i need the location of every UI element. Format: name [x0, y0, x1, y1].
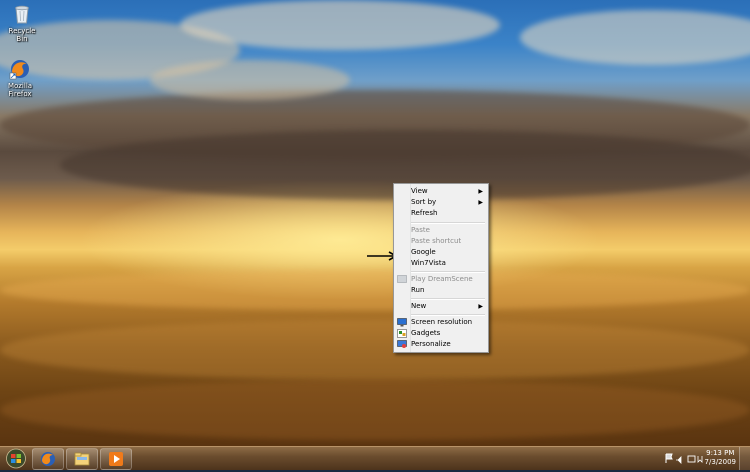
menu-item-run[interactable]: Run — [411, 285, 486, 296]
dreamscene-icon — [397, 275, 407, 284]
menu-item-gadgets[interactable]: Gadgets — [411, 328, 486, 339]
explorer-icon — [74, 452, 90, 466]
clock-time: 9:13 PM — [706, 449, 735, 457]
show-desktop-button[interactable] — [739, 447, 750, 470]
notification-area: 9:13 PM 7/3/2009 — [660, 447, 750, 470]
desktop-context-menu: View ▶ Sort by ▶ Refresh Paste Paste sho… — [393, 183, 489, 353]
menu-item-play-dreamscene[interactable]: Play DreamScene — [411, 274, 486, 285]
menu-item-label: Paste shortcut — [411, 237, 462, 245]
menu-item-label: Gadgets — [411, 329, 441, 337]
menu-separator — [411, 298, 485, 300]
menu-item-refresh[interactable]: Refresh — [411, 208, 486, 219]
submenu-arrow-icon: ▶ — [478, 303, 483, 310]
cloud — [520, 10, 750, 65]
menu-item-win7vista[interactable]: Win7Vista — [411, 258, 486, 269]
submenu-arrow-icon: ▶ — [478, 188, 483, 195]
personalize-icon — [397, 340, 407, 349]
menu-item-label: Refresh — [411, 209, 438, 217]
desktop-background[interactable]: Recycle Bin Mozilla Firefox View ▶ Sort … — [0, 0, 750, 446]
clock-date: 7/3/2009 — [704, 458, 736, 466]
menu-item-label: Play DreamScene — [411, 275, 473, 283]
menu-separator — [411, 222, 485, 224]
menu-item-paste-shortcut[interactable]: Paste shortcut — [411, 236, 486, 247]
recycle-bin-shortcut[interactable]: Recycle Bin — [2, 3, 42, 43]
media-player-icon — [109, 452, 123, 466]
cloud — [0, 320, 750, 380]
recycle-bin-label: Recycle Bin — [8, 27, 36, 43]
cloud — [180, 0, 500, 50]
display-icon — [397, 318, 407, 327]
menu-item-paste[interactable]: Paste — [411, 225, 486, 236]
menu-item-label: Personalize — [411, 340, 451, 348]
cloud — [0, 270, 750, 310]
menu-separator — [411, 314, 485, 316]
menu-item-label: Win7Vista — [411, 259, 446, 267]
taskbar: 9:13 PM 7/3/2009 — [0, 446, 750, 470]
firefox-label: Mozilla Firefox — [7, 82, 33, 98]
taskbar-media-player-button[interactable] — [100, 448, 132, 470]
cloud — [0, 380, 750, 440]
menu-item-label: Google — [411, 248, 436, 256]
taskbar-explorer-button[interactable] — [66, 448, 98, 470]
menu-item-label: Screen resolution — [411, 318, 473, 326]
firefox-icon — [41, 452, 55, 466]
menu-item-label: View — [411, 187, 428, 195]
firefox-icon — [9, 58, 31, 80]
menu-item-new[interactable]: New ▶ — [411, 301, 486, 312]
menu-item-label: New — [411, 302, 427, 310]
start-button[interactable] — [3, 448, 29, 469]
submenu-arrow-icon: ▶ — [478, 199, 483, 206]
menu-item-label: Sort by — [411, 198, 437, 206]
menu-separator — [411, 271, 485, 273]
menu-item-personalize[interactable]: Personalize — [411, 339, 486, 350]
clock[interactable]: 9:13 PM 7/3/2009 — [705, 449, 736, 467]
menu-item-sort-by[interactable]: Sort by ▶ — [411, 197, 486, 208]
menu-item-label: Run — [411, 286, 425, 294]
windows-orb-icon — [6, 448, 26, 469]
recycle-bin-icon — [11, 3, 33, 25]
firefox-shortcut[interactable]: Mozilla Firefox — [0, 58, 40, 98]
taskbar-firefox-button[interactable] — [32, 448, 64, 470]
tray-icons[interactable] — [664, 453, 704, 464]
cloud — [150, 60, 350, 100]
menu-item-view[interactable]: View ▶ — [411, 186, 486, 197]
menu-item-label: Paste — [411, 226, 430, 234]
menu-item-screen-resolution[interactable]: Screen resolution — [411, 317, 486, 328]
gadgets-icon — [397, 329, 407, 338]
menu-item-google[interactable]: Google — [411, 247, 486, 258]
